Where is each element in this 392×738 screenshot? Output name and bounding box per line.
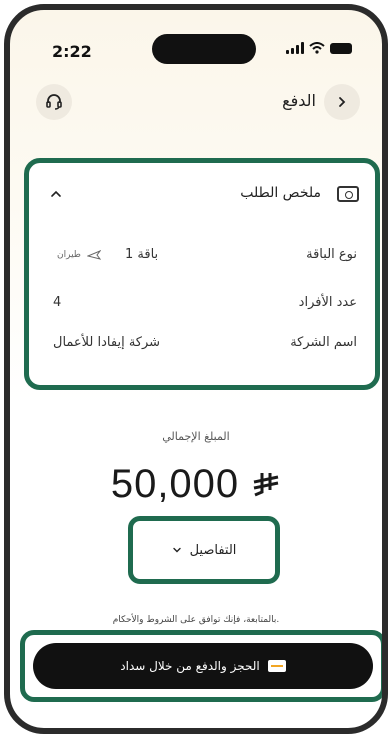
members-count-value: 4 <box>53 295 62 310</box>
support-button[interactable] <box>36 84 72 120</box>
page-header: الدفع <box>10 84 382 128</box>
summary-row-package: نوع الباقة طيران باقة 1 <box>29 247 375 267</box>
dynamic-island <box>152 34 256 64</box>
summary-row-company: اسم الشركة شركة إيفادا للأعمال <box>29 335 375 355</box>
package-type-label: نوع الباقة <box>306 247 357 262</box>
book-and-pay-label: الحجز والدفع من خلال سداد <box>120 659 260 673</box>
order-summary-card: ملخص الطلب نوع الباقة طيران باقة 1 عدد ا… <box>24 158 380 390</box>
status-icons <box>286 42 352 54</box>
book-and-pay-button[interactable]: الحجز والدفع من خلال سداد <box>33 643 373 689</box>
status-bar: 2:22 <box>10 10 382 90</box>
package-name: باقة 1 <box>124 247 159 262</box>
battery-icon <box>330 42 352 54</box>
chevron-down-icon <box>172 547 181 553</box>
package-type-value: طيران باقة 1 <box>57 247 158 262</box>
sadad-icon <box>267 660 286 672</box>
receipt-icon <box>337 186 359 202</box>
riyal-symbol-icon <box>253 472 279 496</box>
total-amount-row: 50,000 <box>10 462 382 507</box>
company-name-value: شركة إيفادا للأعمال <box>53 335 161 350</box>
airplane-icon <box>86 249 101 260</box>
details-toggle[interactable]: التفاصيل <box>128 516 280 584</box>
phone-frame: 2:22 الدفع ملخص الطلب نوع الباقة طيران ب… <box>4 4 388 734</box>
terms-notice: بالمتابعة، فإنك توافق على الشروط والأحكا… <box>112 615 280 625</box>
page-title: الدفع <box>282 91 316 110</box>
back-button[interactable] <box>324 84 360 120</box>
package-tag-label: طيران <box>57 249 81 260</box>
members-count-label: عدد الأفراد <box>298 295 357 310</box>
summary-row-members: عدد الأفراد 4 <box>29 295 375 315</box>
status-time: 2:22 <box>52 42 92 61</box>
total-amount-label: المبلغ الإجمالي <box>162 430 230 443</box>
chevron-up-icon[interactable] <box>49 187 63 201</box>
signal-icon <box>286 42 304 54</box>
package-tag: طيران <box>57 250 81 260</box>
cta-highlight: الحجز والدفع من خلال سداد <box>20 630 382 702</box>
order-summary-header[interactable]: ملخص الطلب <box>29 183 375 207</box>
wifi-icon <box>309 42 325 54</box>
order-summary-title: ملخص الطلب <box>240 185 321 201</box>
company-name-label: اسم الشركة <box>290 335 357 350</box>
total-amount: 50,000 <box>110 462 240 506</box>
headset-icon <box>46 94 62 110</box>
details-label: التفاصيل <box>189 542 237 558</box>
chevron-right-icon <box>339 97 346 107</box>
